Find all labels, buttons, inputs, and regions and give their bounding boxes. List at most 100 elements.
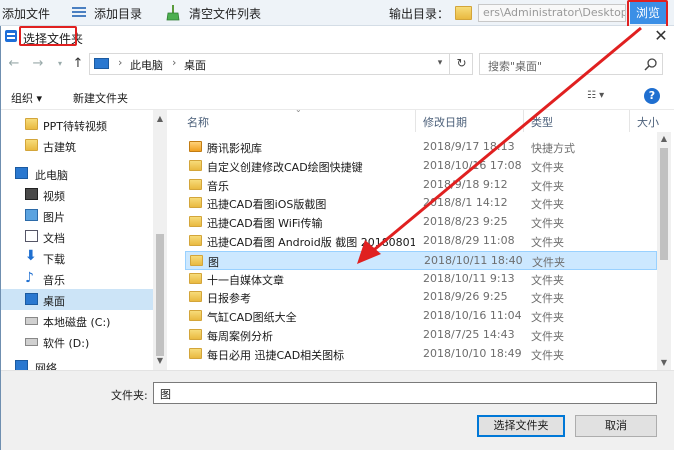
file-date: 2018/10/16 11:04	[423, 309, 522, 323]
back-arrow-icon[interactable]: ←	[5, 55, 23, 73]
sidebar-item-ppt[interactable]: PPT待转视频	[1, 114, 153, 135]
help-icon[interactable]: ?	[644, 88, 660, 104]
chevron-down-icon[interactable]: ▾	[433, 56, 447, 70]
file-date: 2018/9/18 9:12	[423, 177, 508, 191]
broom-icon	[166, 5, 180, 21]
picture-icon	[25, 209, 38, 221]
file-type: 文件夹	[531, 198, 564, 212]
file-type: 文件夹	[531, 217, 564, 231]
file-date: 2018/9/26 9:25	[423, 290, 508, 304]
sidebar-item-documents[interactable]: 文档	[1, 226, 153, 247]
recent-dropdown-icon[interactable]: ▾	[51, 55, 69, 73]
add-dir-button[interactable]: 添加目录	[94, 5, 142, 22]
sidebar-item-music[interactable]: ♪ 音乐	[1, 268, 153, 289]
file-row[interactable]: 迅捷CAD看图 WiFi传输 2018/8/23 9:25 文件夹	[185, 213, 657, 232]
file-row[interactable]: 迅捷CAD看图 Android版 截图 20180801 2018/8/29 11…	[185, 232, 657, 251]
close-icon[interactable]: ✕	[651, 26, 671, 48]
file-date: 2018/8/1 14:12	[423, 196, 508, 210]
highlight-box-browse	[627, 0, 668, 28]
file-date: 2018/10/10 18:49	[423, 346, 522, 360]
scroll-up-icon[interactable]: ▲	[657, 134, 671, 143]
organize-button[interactable]: 组织 ▾	[11, 90, 42, 106]
column-header-date[interactable]: 修改日期	[423, 114, 467, 130]
file-name: 迅捷CAD看图 Android版 截图 20180801	[207, 236, 415, 249]
sidebar-item-drive-d[interactable]: 软件 (D:)	[1, 331, 153, 352]
file-type: 文件夹	[532, 255, 565, 269]
file-row[interactable]: 气缸CAD图纸大全 2018/10/16 11:04 文件夹	[185, 307, 657, 326]
view-options-icon[interactable]: ☷ ▾	[587, 90, 617, 104]
file-name: 迅捷CAD看图 WiFi传输	[207, 217, 323, 231]
file-row[interactable]: 图 2018/10/11 18:40 文件夹	[185, 250, 657, 270]
file-type: 文件夹	[531, 160, 564, 174]
folder-icon	[25, 139, 38, 151]
file-date: 2018/9/17 18:13	[423, 140, 515, 153]
sidebar-item-ancient-architecture[interactable]: 古建筑	[1, 135, 153, 156]
breadcrumb-this-pc[interactable]: 此电脑	[130, 57, 163, 73]
folder-input[interactable]: 图	[153, 382, 657, 404]
sidebar-item-label: 网络	[35, 362, 57, 370]
address-bar[interactable]: › 此电脑 › 桌面	[89, 53, 473, 75]
column-header-name[interactable]: 名称	[187, 114, 209, 130]
select-folder-dialog: 选择文件夹 ✕ ← → ▾ ↑ › 此电脑 › 桌面 ▾ ↻ 搜索"桌面" 组织…	[0, 26, 674, 450]
app-toolbar: 添加文件 添加目录 清空文件列表 输出目录： ers\Administrator…	[0, 0, 674, 28]
scroll-down-icon[interactable]: ▼	[657, 358, 671, 367]
file-row[interactable]: 日报参考 2018/9/26 9:25 文件夹	[185, 288, 657, 307]
sidebar-item-label: 本地磁盘 (C:)	[43, 316, 111, 329]
file-row[interactable]: 音乐 2018/9/18 9:12 文件夹	[185, 176, 657, 195]
computer-icon	[15, 167, 28, 179]
file-date: 2018/10/16 17:08	[423, 158, 522, 172]
file-type: 文件夹	[531, 273, 564, 287]
navigation-pane: PPT待转视频 古建筑 此电脑 视频 图片 文档 ⬇ 下载 ♪ 音乐 桌面 本地…	[1, 110, 167, 370]
sidebar-item-videos[interactable]: 视频	[1, 184, 153, 205]
folder-icon	[189, 347, 202, 359]
scroll-up-icon[interactable]: ▲	[153, 114, 167, 123]
sidebar-item-drive-c[interactable]: 本地磁盘 (C:)	[1, 310, 153, 331]
file-row[interactable]: 迅捷CAD看图iOS版截图 2018/8/1 14:12 文件夹	[185, 194, 657, 213]
scroll-down-icon[interactable]: ▼	[153, 356, 167, 365]
folder-icon	[189, 291, 202, 303]
scrollbar-thumb[interactable]	[660, 148, 668, 260]
file-row[interactable]: 十一自媒体文章 2018/10/11 9:13 文件夹	[185, 270, 657, 289]
sidebar-item-label: 下载	[43, 253, 65, 266]
file-type: 文件夹	[531, 179, 564, 193]
clear-list-button[interactable]: 清空文件列表	[189, 5, 261, 22]
new-folder-button[interactable]: 新建文件夹	[73, 90, 128, 106]
sidebar-item-pictures[interactable]: 图片	[1, 205, 153, 226]
command-bar: 组织 ▾ 新建文件夹 ☷ ▾ ?	[1, 84, 674, 110]
refresh-icon[interactable]: ↻	[449, 53, 473, 75]
sidebar-item-this-pc[interactable]: 此电脑	[1, 163, 153, 184]
cancel-button[interactable]: 取消	[575, 415, 657, 437]
file-list: ⌄ 名称 修改日期 类型 大小 腾讯影视库 2018/9/17 18:13 快捷方式…	[171, 110, 674, 370]
sidebar-item-downloads[interactable]: ⬇ 下载	[1, 247, 153, 268]
forward-arrow-icon[interactable]: →	[29, 55, 47, 73]
video-icon	[25, 188, 38, 200]
folder-icon	[190, 254, 203, 266]
folder-icon	[189, 159, 202, 171]
file-row[interactable]: 每周案例分析 2018/7/25 14:43 文件夹	[185, 326, 657, 345]
highlight-box-title	[19, 26, 77, 46]
file-name: 十一自媒体文章	[207, 273, 284, 287]
file-row[interactable]: 每日必用 迅捷CAD相关图标 2018/10/10 18:49 文件夹	[185, 345, 657, 364]
sidebar-item-desktop[interactable]: 桌面	[1, 289, 153, 310]
sidebar-scrollbar[interactable]: ▲ ▼	[153, 110, 167, 370]
scrollbar-thumb[interactable]	[156, 234, 164, 356]
desktop-icon	[25, 293, 38, 305]
select-folder-button[interactable]: 选择文件夹	[477, 415, 565, 437]
search-input[interactable]: 搜索"桌面"	[479, 53, 663, 75]
add-file-button[interactable]: 添加文件	[2, 5, 50, 22]
output-path-field[interactable]: ers\Administrator\Desktop	[478, 4, 626, 22]
up-arrow-icon[interactable]: ↑	[69, 55, 87, 73]
breadcrumb-desktop[interactable]: 桌面	[184, 57, 206, 73]
sidebar-item-network[interactable]: 网络	[1, 356, 153, 370]
file-row[interactable]: 自定义创建修改CAD绘图快捷键 2018/10/16 17:08 文件夹	[185, 157, 657, 176]
title-bar: 选择文件夹 ✕	[1, 26, 674, 48]
file-list-scrollbar[interactable]: ▲ ▼	[657, 132, 671, 370]
sidebar-item-label: 视频	[43, 190, 65, 203]
folder-label: 文件夹:	[111, 389, 148, 402]
search-placeholder: 搜索"桌面"	[488, 60, 543, 73]
column-header-size[interactable]: 大小	[637, 114, 659, 130]
file-row[interactable]: 腾讯影视库 2018/9/17 18:13 快捷方式	[185, 138, 657, 157]
drive-icon	[25, 338, 38, 346]
column-header-type[interactable]: 类型	[531, 114, 553, 130]
app-icon	[5, 30, 17, 42]
